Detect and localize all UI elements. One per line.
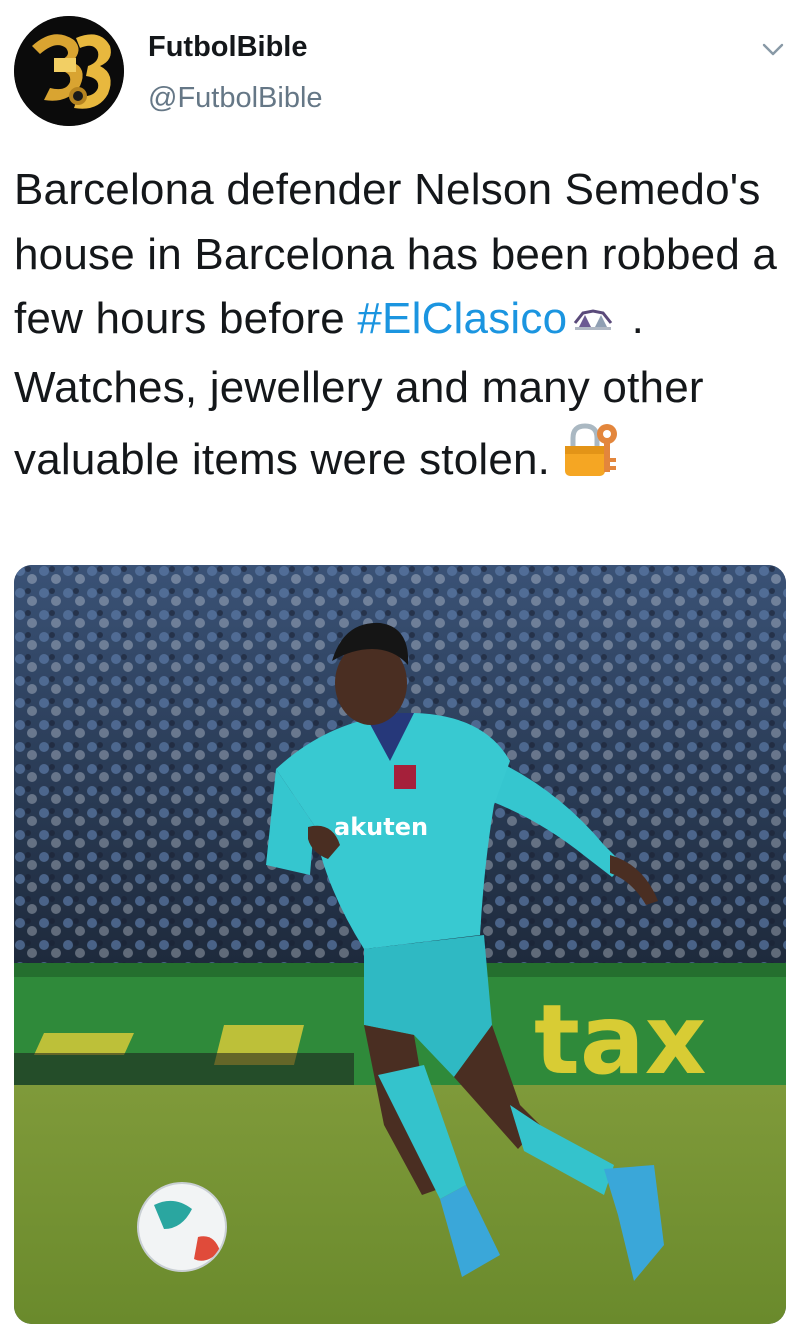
display-name[interactable]: FutbolBible (148, 30, 323, 64)
football (137, 1182, 227, 1272)
tweet-header: FutbolBible @FutbolBible (14, 16, 786, 128)
tweet-text: Barcelona defender Nelson Semedo's house… (14, 158, 786, 497)
tweet-photo[interactable]: tax akuten (14, 565, 786, 1324)
futbolbible-logo-icon (14, 16, 124, 126)
tweet-card: FutbolBible @FutbolBible Barcelona defen… (0, 0, 800, 1332)
shirt-text: akuten (334, 813, 428, 841)
chevron-down-icon[interactable] (760, 36, 786, 62)
football-photo: tax akuten (14, 565, 786, 1324)
locked-with-key-emoji-icon (563, 420, 619, 497)
account-names: FutbolBible @FutbolBible (148, 30, 323, 115)
stadium-emoji-icon (567, 291, 619, 356)
account-handle[interactable]: @FutbolBible (148, 81, 323, 115)
avatar[interactable] (14, 16, 124, 126)
board-text: tax (534, 984, 707, 1096)
hashtag-link[interactable]: #ElClasico (357, 294, 567, 343)
